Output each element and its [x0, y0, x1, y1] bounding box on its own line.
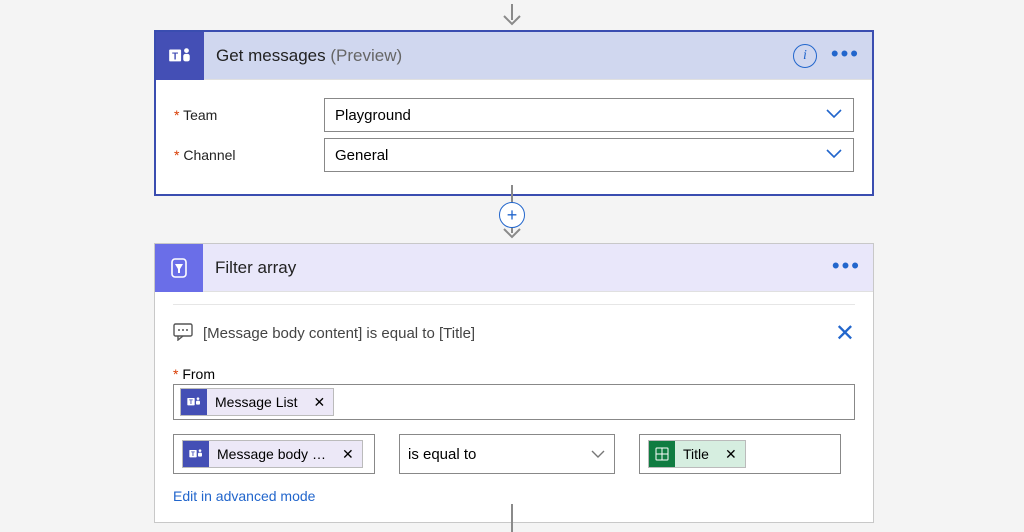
card-title: Get messages (Preview)	[216, 46, 793, 66]
channel-select[interactable]: General	[324, 138, 854, 172]
team-select[interactable]: Playground	[324, 98, 854, 132]
condition-row: T Message body … ✕ is equal to	[173, 434, 855, 474]
token-text: Message List	[207, 389, 305, 415]
connector-line-out	[501, 504, 523, 532]
add-step-button[interactable]: +	[499, 202, 525, 228]
card-header[interactable]: T Get messages (Preview) i •••	[156, 32, 872, 80]
team-value: Playground	[335, 107, 411, 124]
action-card-get-messages[interactable]: T Get messages (Preview) i ••• * Team Pl…	[154, 30, 874, 196]
excel-icon	[649, 441, 675, 467]
info-icon[interactable]: i	[793, 44, 817, 68]
more-menu-icon[interactable]: •••	[831, 43, 860, 69]
svg-text:T: T	[191, 452, 195, 458]
token-remove-icon[interactable]: ✕	[305, 389, 333, 415]
action-card-filter-array[interactable]: Filter array ••• [Message body content] …	[154, 243, 874, 523]
from-input[interactable]: T Message List ✕	[173, 384, 855, 420]
svg-text:T: T	[189, 400, 193, 406]
condition-left-input[interactable]: T Message body … ✕	[173, 434, 375, 474]
token-text: Message body …	[209, 441, 334, 467]
connector-arrow-in	[501, 4, 523, 30]
card-header[interactable]: Filter array •••	[155, 244, 873, 292]
card-body: [Message body content] is equal to [Titl…	[155, 292, 873, 522]
token-message-list[interactable]: T Message List ✕	[180, 388, 334, 416]
filter-icon	[155, 244, 203, 292]
chevron-down-icon	[590, 446, 606, 463]
condition-right-input[interactable]: Title ✕	[639, 434, 841, 474]
flow-canvas: T Get messages (Preview) i ••• * Team Pl…	[0, 0, 1024, 532]
channel-value: General	[335, 147, 388, 164]
chevron-down-icon	[825, 147, 843, 164]
teams-icon: T	[181, 389, 207, 415]
token-remove-icon[interactable]: ✕	[717, 441, 745, 467]
teams-icon: T	[156, 32, 204, 80]
from-label: * From	[173, 366, 855, 382]
condition-operator-select[interactable]: is equal to	[399, 434, 615, 474]
condition-summary-text: [Message body content] is equal to [Titl…	[203, 325, 475, 342]
token-title[interactable]: Title ✕	[648, 440, 746, 468]
card-body: * Team Playground * Channel General	[156, 80, 872, 194]
card-title: Filter array	[215, 258, 832, 278]
condition-summary-icon	[173, 323, 193, 345]
svg-text:T: T	[172, 51, 178, 62]
close-icon[interactable]: ✕	[835, 319, 855, 348]
teams-icon: T	[183, 441, 209, 467]
operator-value: is equal to	[408, 446, 476, 463]
edit-advanced-mode-link[interactable]: Edit in advanced mode	[173, 488, 315, 504]
channel-label: * Channel	[174, 147, 324, 163]
more-menu-icon[interactable]: •••	[832, 255, 861, 281]
token-message-body[interactable]: T Message body … ✕	[182, 440, 363, 468]
token-remove-icon[interactable]: ✕	[334, 441, 362, 467]
team-label: * Team	[174, 107, 324, 123]
chevron-down-icon	[825, 107, 843, 124]
token-text: Title	[675, 441, 717, 467]
